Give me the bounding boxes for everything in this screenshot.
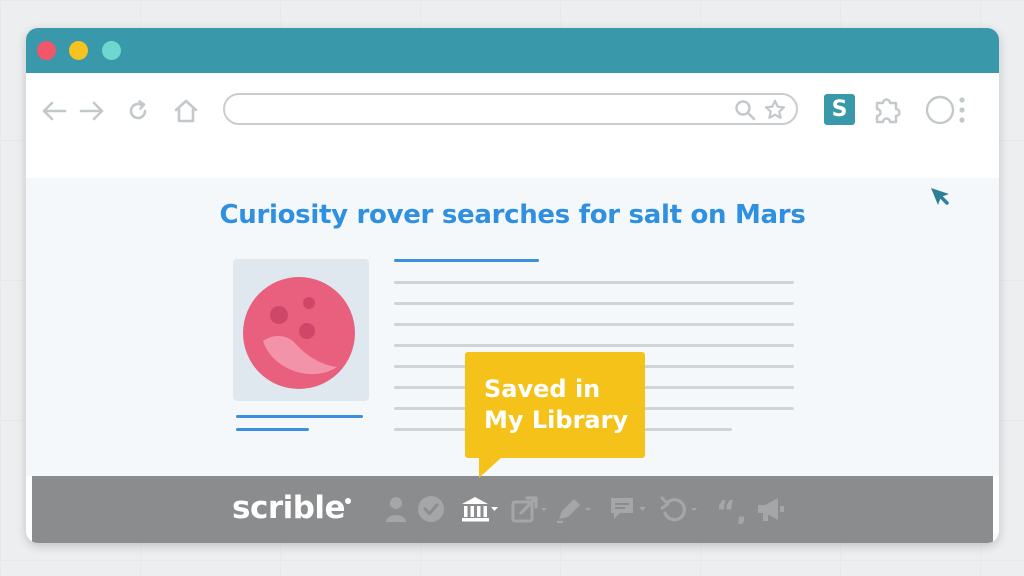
image-caption-line-1 xyxy=(236,415,363,418)
tooltip-pointer xyxy=(479,456,503,478)
saved-tooltip: Saved in My Library xyxy=(465,352,645,478)
share-icon[interactable] xyxy=(510,494,550,524)
close-window-button[interactable] xyxy=(37,41,56,60)
quote-icon[interactable]: “, xyxy=(708,494,748,524)
body-text-line xyxy=(394,302,794,305)
home-icon xyxy=(174,99,198,123)
article-byline-line xyxy=(394,259,539,262)
scrible-extension-letter: S xyxy=(831,97,848,122)
tooltip-line-2: My Library xyxy=(484,406,629,434)
body-text-line xyxy=(394,281,794,284)
reload-button[interactable] xyxy=(123,96,153,126)
more-menu-icon[interactable] xyxy=(955,93,969,127)
article-image xyxy=(233,259,369,401)
reload-icon xyxy=(129,100,147,120)
megaphone-icon[interactable] xyxy=(754,494,790,524)
body-text-line xyxy=(394,344,794,347)
article-headline: Curiosity rover searches for salt on Mar… xyxy=(219,200,806,230)
arrow-right-icon xyxy=(79,101,104,121)
browser-window: S Curiosity rover searches for salt on M… xyxy=(26,28,999,543)
scrible-toolbar: scrible “, xyxy=(32,476,993,543)
image-caption-line-2 xyxy=(236,428,309,431)
svg-text:“,: “, xyxy=(716,495,747,524)
back-button[interactable] xyxy=(39,96,69,126)
stage: S Curiosity rover searches for salt on M… xyxy=(0,0,1024,576)
browser-toolbar: S xyxy=(26,73,999,178)
puzzle-extensions-icon[interactable] xyxy=(871,93,905,127)
scrible-logo-mark xyxy=(345,498,351,504)
mars-planet-icon xyxy=(243,277,355,389)
search-icon xyxy=(735,100,756,121)
tooltip-line-1: Saved in xyxy=(484,375,601,403)
window-titlebar xyxy=(26,28,999,73)
forward-button[interactable] xyxy=(77,96,107,126)
minimize-window-button[interactable] xyxy=(69,41,88,60)
profile-circle-icon[interactable] xyxy=(923,93,957,127)
scrible-extension-button[interactable]: S xyxy=(824,94,855,125)
home-button[interactable] xyxy=(171,96,201,126)
library-icon[interactable] xyxy=(460,494,500,524)
user-icon[interactable] xyxy=(381,494,411,524)
arrow-left-icon xyxy=(42,101,67,121)
highlighter-icon[interactable] xyxy=(554,494,594,524)
undo-icon[interactable] xyxy=(658,494,702,524)
bookmark-star-icon[interactable] xyxy=(764,99,786,121)
address-bar[interactable] xyxy=(223,93,798,125)
comment-icon[interactable] xyxy=(608,494,652,524)
scrible-logo: scrible xyxy=(232,490,346,526)
body-text-line xyxy=(394,323,794,326)
check-icon[interactable] xyxy=(416,494,446,524)
maximize-window-button[interactable] xyxy=(102,41,121,60)
mouse-cursor-icon xyxy=(931,188,949,205)
